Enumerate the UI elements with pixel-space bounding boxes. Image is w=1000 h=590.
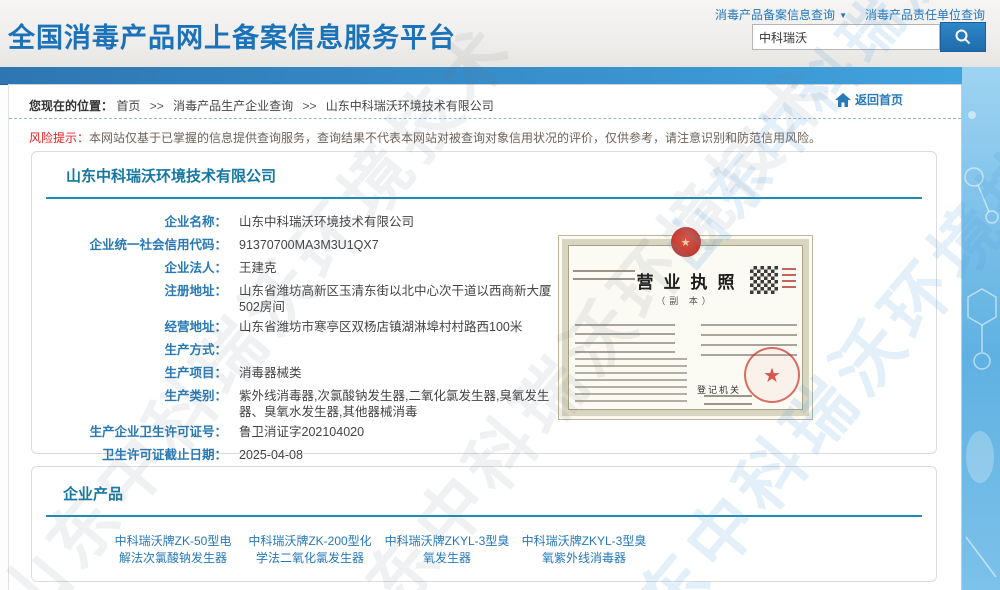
site-title: 全国消毒产品网上备案信息服务平台 [8, 16, 456, 55]
field-label: 卫生许可证截止日期： [32, 447, 227, 466]
field-label: 企业法人： [32, 260, 227, 279]
field-label: 生产项目： [32, 365, 227, 384]
section-divider [46, 515, 922, 517]
top-nav: 消毒产品备案信息查询 ▼ 消毒产品责任单位查询 [715, 6, 985, 23]
field-row-registered-address: 注册地址： 山东省潍坊高新区玉清东街以北中心次干道以西商新大厦502房间 [32, 279, 592, 315]
field-value: 王建克 [239, 260, 277, 279]
breadcrumb: 您现在的位置： 首页 >> 消毒产品生产企业查询 >> 山东中科瑞沃环境技术有限… [9, 93, 961, 119]
nav-record-info-query-label: 消毒产品备案信息查询 [715, 8, 835, 22]
field-value: 鲁卫消证字202104020 [239, 424, 364, 443]
field-value: 91370700MA3M3U1QX7 [239, 237, 379, 256]
search-input[interactable] [752, 24, 940, 50]
qr-code [750, 266, 778, 294]
field-label: 经营地址： [32, 319, 227, 338]
risk-notice-text: 本网站仅基于已掌握的信息提供查询服务，查询结果不代表本网站对被查询对象信用状况的… [89, 131, 821, 145]
back-home-link[interactable]: 返回首页 [835, 91, 903, 108]
field-row-production-category: 生产类别： 紫外线消毒器,次氯酸钠发生器,二氧化氯发生器,臭氧发生器、臭氧水发生… [32, 384, 592, 420]
breadcrumb-separator: >> [150, 99, 164, 113]
product-links: 中科瑞沃牌ZK-50型电解法次氯酸钠发生器 中科瑞沃牌ZK-200型化学法二氧化… [109, 533, 648, 567]
risk-notice: 风险提示：本网站仅基于已掌握的信息提供查询服务，查询结果不代表本网站对被查询对象… [29, 129, 821, 146]
company-info-panel: 山东中科瑞沃环境技术有限公司 企业名称： 山东中科瑞沃环境技术有限公司 企业统一… [31, 151, 937, 454]
field-label: 生产企业卫生许可证号： [32, 424, 227, 443]
product-link[interactable]: 中科瑞沃牌ZKYL-3型臭氧发生器 [383, 533, 511, 567]
license-subtitle: （副 本） [559, 294, 812, 307]
license-serial-text [782, 268, 796, 292]
license-date-lines [704, 395, 752, 405]
breadcrumb-home-link[interactable]: 首页 [116, 99, 140, 113]
chevron-down-icon: ▼ [839, 11, 847, 20]
field-label: 企业名称： [32, 214, 227, 233]
license-credit-code-lines [573, 270, 635, 284]
breadcrumb-separator: >> [302, 99, 316, 113]
product-link[interactable]: 中科瑞沃牌ZK-50型电解法次氯酸钠发生器 [109, 533, 237, 567]
field-row-production-mode: 生产方式： [32, 338, 592, 361]
business-license-image: ★ 营业执照 （副 本） 登记机关 ★ [558, 235, 813, 420]
primary-nav-bar [0, 67, 1000, 85]
nav-responsible-unit-query[interactable]: 消毒产品责任单位查询 [865, 6, 985, 23]
decorative-molecules-background [962, 67, 1000, 590]
company-products-panel: 企业产品 中科瑞沃牌ZK-50型电解法次氯酸钠发生器 中科瑞沃牌ZK-200型化… [31, 466, 937, 582]
back-home-label: 返回首页 [855, 91, 903, 108]
red-seal-icon: ★ [744, 347, 800, 403]
home-icon [835, 93, 851, 107]
breadcrumb-prefix: 您现在的位置： [29, 99, 113, 113]
field-value: 山东省潍坊市寒亭区双杨店镇湖淋埠村村路西100米 [239, 319, 522, 338]
risk-notice-label: 风险提示： [29, 131, 89, 145]
product-link[interactable]: 中科瑞沃牌ZK-200型化学法二氧化氯发生器 [246, 533, 374, 567]
field-label: 生产类别： [32, 388, 227, 420]
field-label: 生产方式： [32, 342, 227, 361]
field-row-credit-code: 企业统一社会信用代码： 91370700MA3M3U1QX7 [32, 233, 592, 256]
company-fields: 企业名称： 山东中科瑞沃环境技术有限公司 企业统一社会信用代码： 9137070… [32, 210, 592, 466]
field-row-hygiene-license-no: 生产企业卫生许可证号： 鲁卫消证字202104020 [32, 420, 592, 443]
company-title: 山东中科瑞沃环境技术有限公司 [66, 165, 276, 186]
breadcrumb-current: 山东中科瑞沃环境技术有限公司 [326, 99, 494, 113]
license-left-fields-lines [575, 324, 675, 354]
products-title: 企业产品 [63, 483, 123, 504]
search-button[interactable] [940, 22, 986, 52]
field-label: 注册地址： [32, 283, 227, 315]
search-icon [954, 28, 972, 46]
page: 全国消毒产品网上备案信息服务平台 消毒产品备案信息查询 ▼ 消毒产品责任单位查询 [0, 0, 1000, 590]
site-header: 全国消毒产品网上备案信息服务平台 消毒产品备案信息查询 ▼ 消毒产品责任单位查询 [0, 0, 1000, 67]
nav-record-info-query[interactable]: 消毒产品备案信息查询 ▼ [715, 6, 847, 23]
breadcrumb-category-link[interactable]: 消毒产品生产企业查询 [173, 99, 293, 113]
field-value: 2025-04-08 [239, 447, 303, 466]
national-emblem-icon: ★ [671, 227, 701, 257]
product-link[interactable]: 中科瑞沃牌ZKYL-3型臭氧紫外线消毒器 [520, 533, 648, 567]
field-row-production-item: 生产项目： 消毒器械类 [32, 361, 592, 384]
main-content: 您现在的位置： 首页 >> 消毒产品生产企业查询 >> 山东中科瑞沃环境技术有限… [8, 84, 962, 590]
field-value: 紫外线消毒器,次氯酸钠发生器,二氧化氯发生器,臭氧发生器、臭氧水发生器,其他器械… [239, 388, 569, 420]
field-row-license-expiry: 卫生许可证截止日期： 2025-04-08 [32, 443, 592, 466]
field-label: 企业统一社会信用代码： [32, 237, 227, 256]
field-value: 山东省潍坊高新区玉清东街以北中心次干道以西商新大厦502房间 [239, 283, 569, 315]
field-value: 消毒器械类 [239, 365, 302, 384]
field-value: 山东中科瑞沃环境技术有限公司 [239, 214, 414, 233]
license-business-scope-lines [575, 358, 687, 402]
field-row-name: 企业名称： 山东中科瑞沃环境技术有限公司 [32, 210, 592, 233]
section-divider [46, 197, 922, 199]
search-bar [752, 22, 986, 52]
field-row-business-address: 经营地址： 山东省潍坊市寒亭区双杨店镇湖淋埠村村路西100米 [32, 315, 592, 338]
field-row-legal-person: 企业法人： 王建克 [32, 256, 592, 279]
